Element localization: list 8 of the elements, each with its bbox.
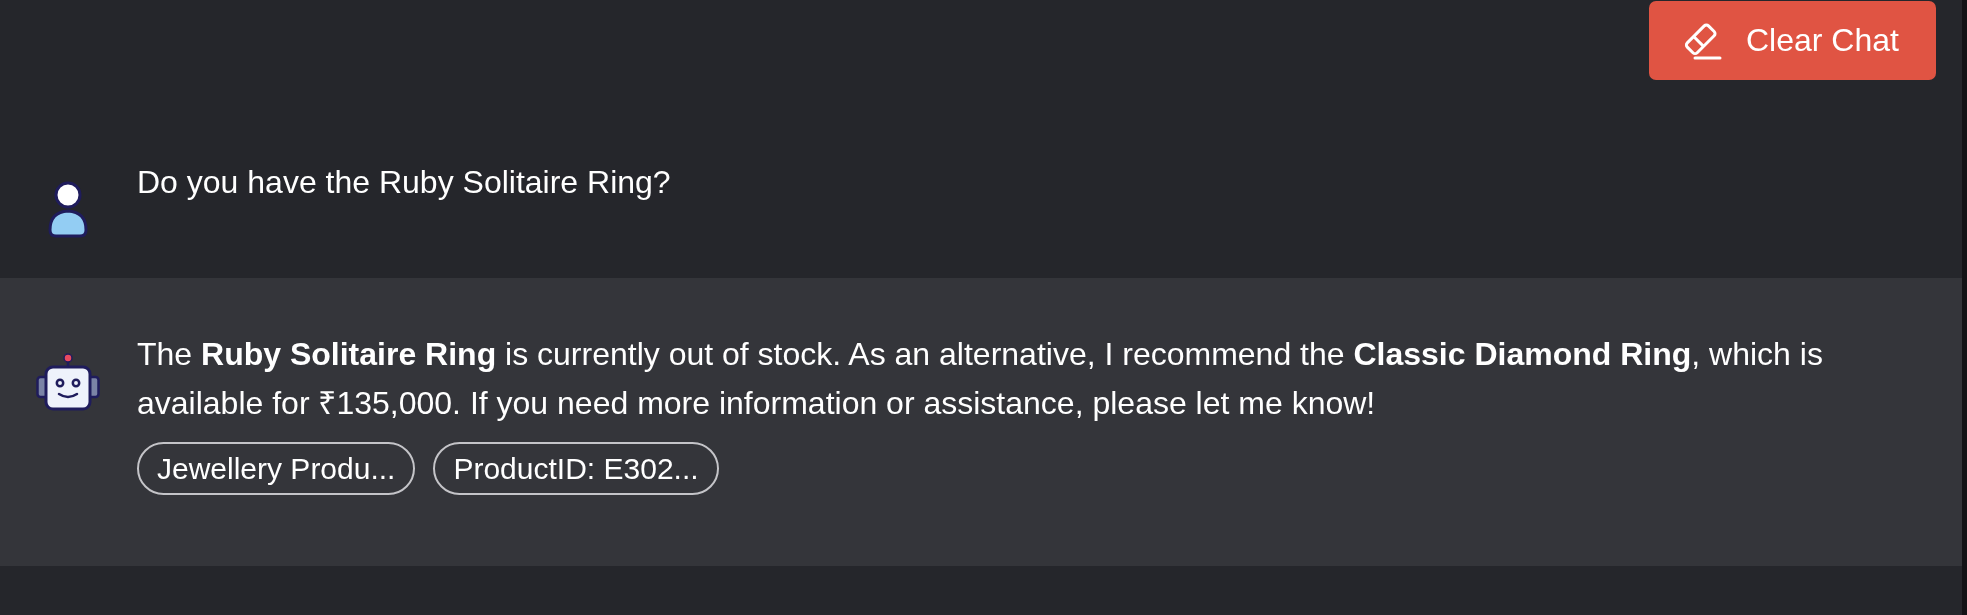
eraser-icon [1682,21,1723,60]
person-icon [47,180,89,238]
robot-icon [35,352,101,411]
message-text: The Ruby Solitaire Ring is currently out of stock. As an alternative, I recommend the Classic Diamond Ring, which is available for ₹135,000. If you need more information or assistance, please let me know! [137,335,1824,423]
source-chip[interactable]: Jewellery Produ... [137,442,416,495]
source-chip[interactable]: ProductID: E302... [433,442,719,495]
message-text: Do you have the Ruby Solitaire Ring? [137,163,672,202]
clear-chat-button[interactable]: Clear Chat [1649,1,1936,80]
